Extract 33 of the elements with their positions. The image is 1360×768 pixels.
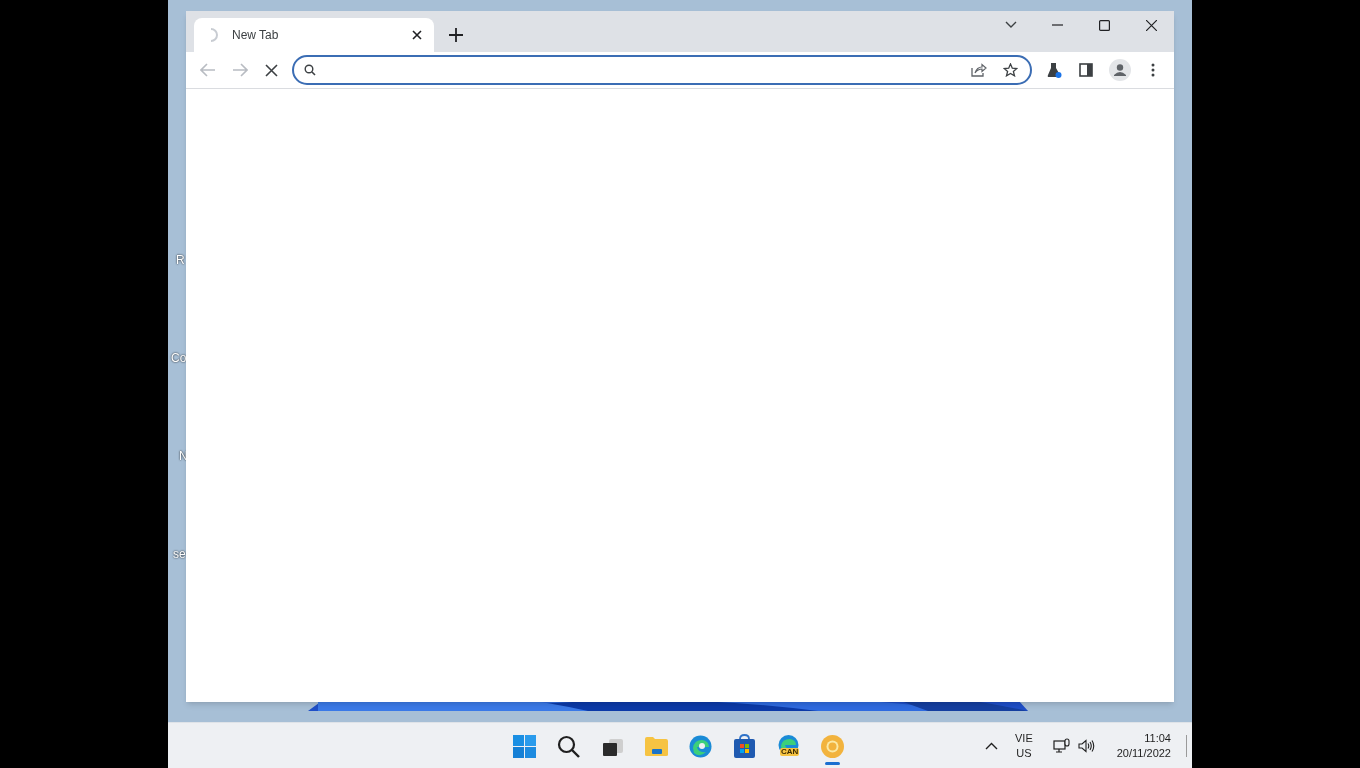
new-tab-icon[interactable] — [449, 28, 463, 42]
keyboard-layout: US — [1016, 746, 1032, 761]
app-badge: CAN — [780, 748, 800, 756]
language-indicator[interactable]: VIE US — [1015, 731, 1033, 761]
chevron-up-icon[interactable] — [985, 742, 998, 750]
browser-swirl-icon — [687, 733, 713, 759]
star-icon[interactable] — [1003, 63, 1018, 77]
desktop-icon-label[interactable]: N — [179, 450, 188, 462]
avatar-icon[interactable] — [1109, 59, 1131, 81]
windows-logo-icon — [511, 733, 537, 759]
round-browser-icon — [819, 733, 845, 759]
flask-icon[interactable] — [1046, 62, 1062, 78]
close-icon[interactable] — [1146, 19, 1157, 31]
taskbar-app-button[interactable]: CAN — [774, 723, 802, 768]
browser-tab[interactable]: New Tab — [194, 18, 434, 52]
store-bag-icon — [731, 733, 757, 759]
clock-time: 11:04 — [1144, 731, 1171, 746]
tab-title: New Tab — [232, 27, 280, 44]
clock[interactable]: 11:04 20/11/2022 — [1116, 731, 1171, 761]
speaker-icon[interactable] — [1077, 739, 1095, 753]
language-code: VIE — [1015, 731, 1033, 746]
tab-search-icon[interactable] — [1005, 21, 1017, 29]
search-icon — [555, 733, 581, 759]
side-panel-icon[interactable] — [1079, 63, 1093, 77]
close-icon[interactable] — [412, 30, 422, 40]
network-icon[interactable] — [1052, 738, 1070, 754]
stop-icon[interactable] — [265, 63, 278, 77]
maximize-icon[interactable] — [1099, 19, 1110, 31]
share-icon[interactable] — [971, 63, 987, 77]
search-icon — [304, 64, 316, 76]
menu-icon[interactable] — [1151, 63, 1155, 77]
clock-date: 20/11/2022 — [1116, 746, 1171, 761]
address-bar[interactable] — [292, 55, 1032, 85]
